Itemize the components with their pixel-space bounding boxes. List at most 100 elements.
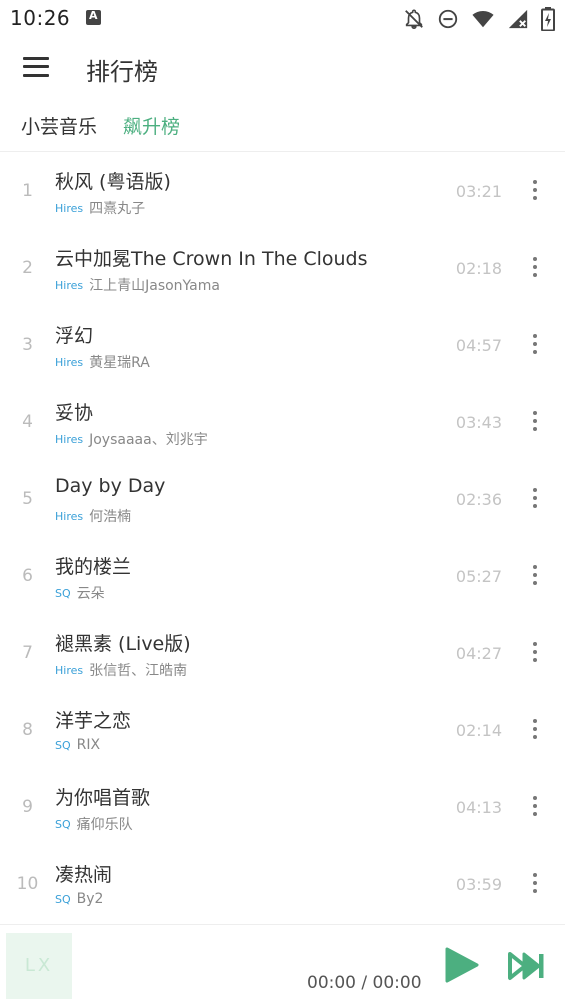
song-meta: SQ RIX bbox=[55, 737, 100, 753]
song-duration: 03:43 bbox=[455, 413, 502, 432]
tab-source[interactable]: 小芸音乐 bbox=[21, 112, 97, 139]
more-options-icon[interactable] bbox=[531, 411, 539, 433]
song-row[interactable]: 10 凑热闹 SQ By2 03:59 bbox=[0, 846, 565, 923]
app-header: 排行榜 bbox=[0, 38, 565, 98]
song-row[interactable]: 4 妥协 Hires Joysaaaa、刘兆宇 03:43 bbox=[0, 384, 565, 461]
song-artist: 何浩楠 bbox=[89, 509, 132, 525]
song-artist: 痛仰乐队 bbox=[76, 817, 133, 833]
song-name: Day by Day bbox=[55, 475, 166, 497]
song-meta: SQ 痛仰乐队 bbox=[55, 814, 133, 834]
status-time: 10:26 bbox=[10, 6, 71, 30]
signal-icon bbox=[508, 9, 528, 29]
song-index: 8 bbox=[22, 720, 33, 740]
song-row[interactable]: 6 我的楼兰 SQ 云朵 05:27 bbox=[0, 538, 565, 615]
status-icons bbox=[403, 6, 555, 32]
more-options-icon[interactable] bbox=[531, 796, 539, 818]
song-duration: 02:18 bbox=[455, 259, 502, 278]
app-notification-icon bbox=[86, 9, 101, 25]
song-row[interactable]: 3 浮幻 Hires 黄星瑞RA 04:57 bbox=[0, 307, 565, 384]
song-artist: 江上青山JasonYama bbox=[89, 278, 220, 294]
song-index: 9 bbox=[22, 797, 33, 817]
song-index: 10 bbox=[16, 874, 39, 894]
song-duration: 04:13 bbox=[455, 798, 502, 817]
more-options-icon[interactable] bbox=[531, 257, 539, 279]
song-row[interactable]: 9 为你唱首歌 SQ 痛仰乐队 04:13 bbox=[0, 769, 565, 846]
song-index: 1 bbox=[22, 181, 33, 201]
skip-next-icon[interactable] bbox=[507, 951, 545, 981]
quality-badge: Hires bbox=[55, 663, 84, 677]
song-meta: Hires 张信哲、江皓南 bbox=[55, 660, 187, 680]
play-icon[interactable] bbox=[441, 945, 481, 985]
more-options-icon[interactable] bbox=[531, 488, 539, 510]
song-index: 4 bbox=[22, 412, 33, 432]
song-index: 3 bbox=[22, 335, 33, 355]
song-index: 5 bbox=[22, 489, 33, 509]
do-not-disturb-icon bbox=[438, 9, 458, 29]
song-row[interactable]: 8 洋芋之恋 SQ RIX 02:14 bbox=[0, 692, 565, 769]
song-index: 7 bbox=[22, 643, 33, 663]
wifi-icon bbox=[472, 11, 494, 28]
song-meta: Hires 四熹丸子 bbox=[55, 198, 145, 218]
song-duration: 04:57 bbox=[455, 336, 502, 355]
notifications-off-icon bbox=[405, 9, 423, 29]
more-options-icon[interactable] bbox=[531, 873, 539, 895]
quality-badge: Hires bbox=[55, 278, 84, 292]
song-name: 凑热闹 bbox=[55, 864, 113, 886]
song-artist: Joysaaaa、刘兆宇 bbox=[89, 432, 208, 448]
song-meta: Hires 江上青山JasonYama bbox=[55, 275, 220, 295]
more-options-icon[interactable] bbox=[531, 334, 539, 356]
song-meta: SQ By2 bbox=[55, 891, 103, 907]
more-options-icon[interactable] bbox=[531, 565, 539, 587]
song-row[interactable]: 5 Day by Day Hires 何浩楠 02:36 bbox=[0, 461, 565, 538]
song-artist: RIX bbox=[76, 737, 101, 753]
song-artist: 张信哲、江皓南 bbox=[89, 663, 188, 679]
song-name: 浮幻 bbox=[55, 325, 94, 347]
player-time: 00:00 / 00:00 bbox=[307, 973, 422, 993]
song-name: 洋芋之恋 bbox=[55, 710, 132, 732]
song-artist: 黄星瑞RA bbox=[89, 355, 150, 371]
more-options-icon[interactable] bbox=[531, 180, 539, 202]
song-artist: By2 bbox=[76, 891, 104, 907]
song-duration: 04:27 bbox=[455, 644, 502, 663]
page-title: 排行榜 bbox=[86, 58, 158, 86]
source-tabs: 小芸音乐 飙升榜 bbox=[0, 100, 565, 152]
song-row[interactable]: 7 褪黑素 (Live版) Hires 张信哲、江皓南 04:27 bbox=[0, 615, 565, 692]
song-meta: SQ 云朵 bbox=[55, 583, 105, 603]
song-duration: 05:27 bbox=[455, 567, 502, 586]
song-meta: Hires Joysaaaa、刘兆宇 bbox=[55, 429, 208, 449]
cover-text: LX bbox=[24, 955, 54, 976]
song-name: 为你唱首歌 bbox=[55, 787, 151, 809]
song-list: 1 秋风 (粤语版) Hires 四熹丸子 03:21 2 云中加冕The Cr… bbox=[0, 153, 565, 923]
song-name: 云中加冕The Crown In The Clouds bbox=[55, 248, 368, 270]
player-bar: LX 00:00 / 00:00 bbox=[0, 924, 565, 1004]
quality-badge: SQ bbox=[55, 892, 71, 906]
quality-badge: Hires bbox=[55, 355, 84, 369]
song-artist: 云朵 bbox=[76, 586, 105, 602]
battery-charging-icon bbox=[541, 7, 555, 31]
song-artist: 四熹丸子 bbox=[89, 201, 146, 217]
song-index: 6 bbox=[22, 566, 33, 586]
song-meta: Hires 黄星瑞RA bbox=[55, 352, 150, 372]
quality-badge: Hires bbox=[55, 432, 84, 446]
tab-board-active[interactable]: 飙升榜 bbox=[123, 112, 180, 139]
quality-badge: Hires bbox=[55, 201, 84, 215]
song-duration: 02:36 bbox=[455, 490, 502, 509]
song-row[interactable]: 2 云中加冕The Crown In The Clouds Hires 江上青山… bbox=[0, 230, 565, 307]
more-options-icon[interactable] bbox=[531, 719, 539, 741]
more-options-icon[interactable] bbox=[531, 642, 539, 664]
song-duration: 03:59 bbox=[455, 875, 502, 894]
player-cover[interactable]: LX bbox=[6, 933, 72, 999]
song-row[interactable]: 1 秋风 (粤语版) Hires 四熹丸子 03:21 bbox=[0, 153, 565, 230]
song-index: 2 bbox=[22, 258, 33, 278]
song-name: 我的楼兰 bbox=[55, 556, 132, 578]
song-meta: Hires 何浩楠 bbox=[55, 506, 131, 526]
quality-badge: SQ bbox=[55, 738, 71, 752]
status-bar: 10:26 bbox=[0, 0, 565, 38]
song-name: 妥协 bbox=[55, 402, 94, 424]
song-duration: 02:14 bbox=[455, 721, 502, 740]
song-duration: 03:21 bbox=[455, 182, 502, 201]
hamburger-menu-icon[interactable] bbox=[23, 56, 49, 78]
quality-badge: SQ bbox=[55, 817, 71, 831]
quality-badge: SQ bbox=[55, 586, 71, 600]
song-name: 褪黑素 (Live版) bbox=[55, 633, 191, 655]
